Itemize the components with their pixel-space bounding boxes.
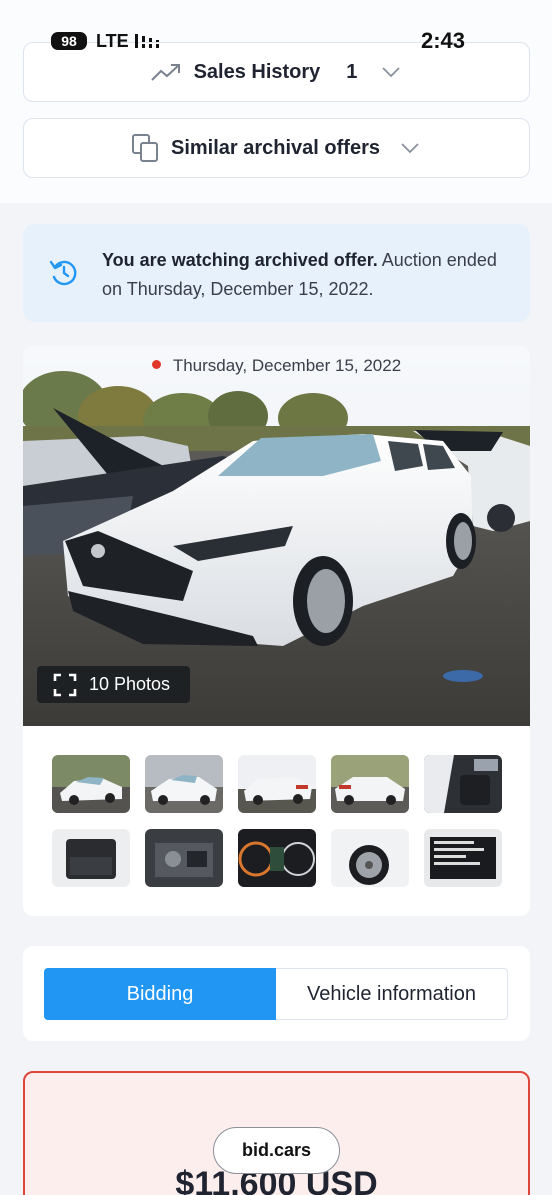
photo-gallery: Thursday, December 15, 2022 10 Photos bbox=[23, 346, 530, 916]
chevron-down-icon bbox=[401, 143, 419, 154]
photos-button[interactable]: 10 Photos bbox=[37, 666, 190, 703]
thumbnail-interior-rear[interactable] bbox=[52, 829, 130, 887]
auction-date-text: Thursday, December 15, 2022 bbox=[172, 356, 402, 375]
copy-icon bbox=[132, 134, 158, 162]
trend-up-icon bbox=[150, 64, 180, 81]
auction-date: Thursday, December 15, 2022 bbox=[23, 356, 530, 376]
thumbnail-front-right[interactable] bbox=[145, 755, 223, 813]
history-icon bbox=[49, 260, 77, 286]
tab-vehicle-information[interactable]: Vehicle information bbox=[276, 968, 508, 1020]
thumbnail-rear-right[interactable] bbox=[238, 755, 316, 813]
photos-count-label: 10 Photos bbox=[89, 674, 171, 694]
clock: 2:43 bbox=[421, 28, 466, 53]
thumbnail-interior-front[interactable] bbox=[424, 755, 502, 813]
thumbnail-engine-bay[interactable] bbox=[145, 829, 223, 887]
archived-notice-bold: You are watching archived offer. bbox=[102, 250, 378, 270]
battery-indicator: 98 bbox=[51, 32, 87, 50]
thumbnail-instrument-cluster[interactable] bbox=[238, 829, 316, 887]
fullscreen-icon bbox=[53, 673, 77, 696]
signal-icon bbox=[135, 34, 159, 48]
similar-offers-toggle[interactable]: Similar archival offers bbox=[23, 118, 530, 178]
chevron-down-icon bbox=[382, 67, 401, 78]
details-tabs: Bidding Vehicle information bbox=[23, 946, 530, 1041]
tab-bidding[interactable]: Bidding bbox=[44, 968, 276, 1020]
thumbnail-wheel[interactable] bbox=[331, 829, 409, 887]
status-dot bbox=[151, 360, 161, 370]
similar-offers-label: Similar archival offers bbox=[171, 136, 380, 159]
browser-address-pill[interactable]: bid.cars bbox=[213, 1127, 340, 1174]
sales-history-label: Sales History bbox=[193, 60, 321, 83]
thumbnail-front-left[interactable] bbox=[52, 755, 130, 813]
status-bar: 98 LTE 2:43 bbox=[0, 26, 552, 56]
archived-offer-notice: You are watching archived offer. Auction… bbox=[23, 224, 530, 322]
thumbnail-rear-left[interactable] bbox=[331, 755, 409, 813]
main-vehicle-photo[interactable]: Thursday, December 15, 2022 10 Photos bbox=[23, 346, 530, 726]
network-type: LTE bbox=[96, 31, 129, 51]
archived-notice-text: You are watching archived offer. Auction… bbox=[102, 246, 512, 304]
sales-history-count: 1 bbox=[346, 60, 358, 83]
thumbnail-window-sticker[interactable] bbox=[424, 829, 502, 887]
